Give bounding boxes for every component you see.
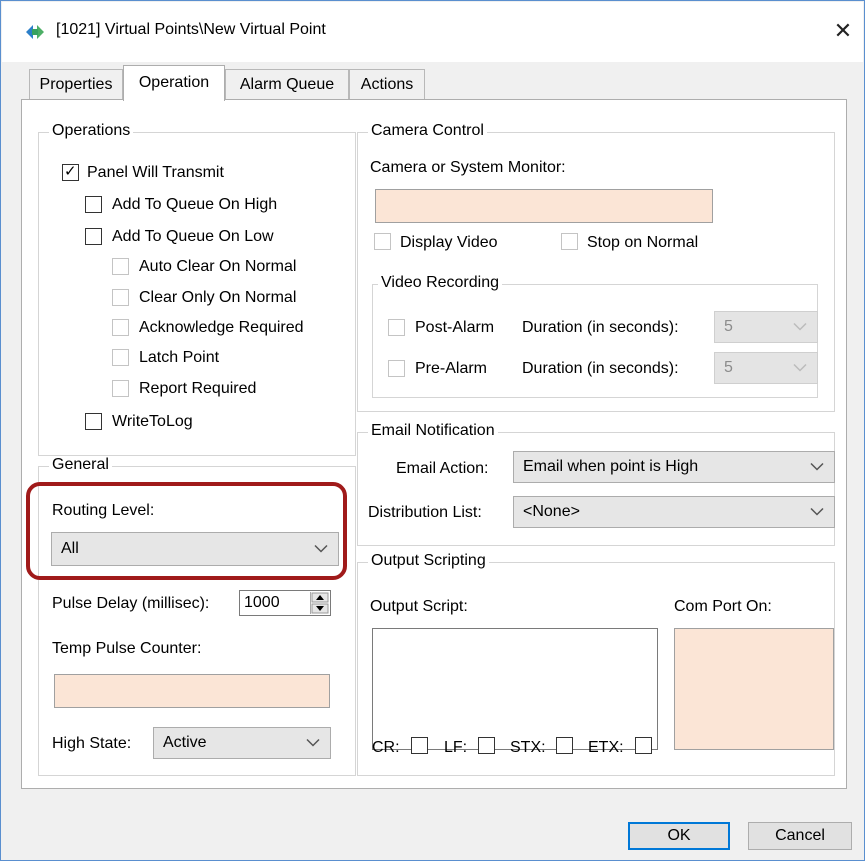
high-state-value: Active: [163, 734, 207, 751]
output-scripting-legend: Output Scripting: [368, 552, 489, 570]
add-queue-low-label[interactable]: Add To Queue On Low: [112, 227, 274, 247]
pre-duration-select[interactable]: 5: [714, 352, 818, 384]
tab-properties[interactable]: Properties: [29, 69, 123, 99]
write-to-log-label[interactable]: WriteToLog: [112, 412, 193, 432]
report-required-label[interactable]: Report Required: [139, 379, 256, 399]
operations-legend: Operations: [49, 122, 134, 140]
email-action-label: Email Action:: [396, 460, 489, 477]
email-action-select[interactable]: Email when point is High: [513, 451, 835, 483]
chevron-down-icon: [810, 507, 824, 516]
lf-label: LF:: [444, 739, 468, 756]
chevron-down-icon: [793, 363, 807, 372]
latch-point-checkbox[interactable]: [112, 349, 129, 366]
auto-clear-checkbox[interactable]: [112, 258, 129, 275]
panel-will-transmit-checkbox[interactable]: ✓: [62, 163, 79, 181]
latch-point-label[interactable]: Latch Point: [139, 348, 219, 368]
post-duration-value: 5: [724, 318, 733, 335]
email-notification-legend: Email Notification: [368, 422, 498, 440]
camera-control-legend: Camera Control: [368, 122, 487, 140]
post-alarm-checkbox[interactable]: [388, 319, 405, 336]
ok-button[interactable]: OK: [628, 822, 730, 850]
etx-label: ETX:: [588, 739, 624, 756]
add-queue-low-checkbox[interactable]: [85, 228, 102, 245]
stop-on-normal-label[interactable]: Stop on Normal: [587, 233, 698, 253]
tab-actions[interactable]: Actions: [349, 69, 425, 99]
camera-monitor-field[interactable]: [375, 189, 713, 223]
com-port-label: Com Port On:: [674, 598, 772, 615]
panel-will-transmit-label[interactable]: Panel Will Transmit: [87, 163, 224, 183]
tab-operation[interactable]: Operation: [123, 65, 225, 101]
cancel-button[interactable]: Cancel: [748, 822, 852, 850]
video-recording-legend: Video Recording: [378, 274, 503, 292]
stx-checkbox[interactable]: [556, 737, 573, 754]
dialog-window: [1021] Virtual Points\New Virtual Point …: [0, 0, 865, 861]
high-state-label: High State:: [52, 735, 132, 752]
com-port-field[interactable]: [674, 628, 834, 750]
pulse-delay-spinner[interactable]: 1000: [239, 590, 331, 616]
refresh-arrows-icon: [23, 21, 47, 43]
display-video-label[interactable]: Display Video: [400, 233, 498, 253]
distribution-list-select[interactable]: <None>: [513, 496, 835, 528]
spinner-arrows[interactable]: [310, 592, 329, 614]
clear-only-checkbox[interactable]: [112, 289, 129, 306]
post-duration-label: Duration (in seconds):: [522, 319, 679, 336]
cr-label: CR:: [372, 739, 400, 756]
lf-checkbox[interactable]: [478, 737, 495, 754]
clear-only-label[interactable]: Clear Only On Normal: [139, 288, 296, 308]
display-video-checkbox[interactable]: [374, 233, 391, 250]
post-alarm-label[interactable]: Post-Alarm: [415, 318, 494, 338]
pre-alarm-checkbox[interactable]: [388, 360, 405, 377]
chevron-down-icon: [810, 462, 824, 471]
distribution-list-label: Distribution List:: [368, 504, 482, 521]
chevron-down-icon: [306, 738, 320, 747]
stop-on-normal-checkbox[interactable]: [561, 233, 578, 250]
pulse-delay-value: 1000: [244, 594, 280, 611]
general-legend: General: [49, 456, 112, 474]
spinner-up-down-icon: [311, 592, 329, 614]
tab-alarm-queue[interactable]: Alarm Queue: [225, 69, 349, 99]
high-state-select[interactable]: Active: [153, 727, 331, 759]
pre-alarm-label[interactable]: Pre-Alarm: [415, 359, 487, 379]
stx-label: STX:: [510, 739, 546, 756]
email-action-value: Email when point is High: [523, 458, 699, 475]
add-queue-high-label[interactable]: Add To Queue On High: [112, 195, 277, 215]
operation-tab-pane: Operations ✓ Panel Will Transmit Add To …: [21, 99, 847, 789]
output-script-label: Output Script:: [370, 598, 468, 615]
post-duration-select[interactable]: 5: [714, 311, 818, 343]
auto-clear-label[interactable]: Auto Clear On Normal: [139, 257, 296, 277]
email-notification-group: [357, 432, 835, 546]
cr-checkbox[interactable]: [411, 737, 428, 754]
pre-duration-label: Duration (in seconds):: [522, 360, 679, 377]
output-script-textarea[interactable]: [372, 628, 658, 750]
report-required-checkbox[interactable]: [112, 380, 129, 397]
window-title: [1021] Virtual Points\New Virtual Point: [56, 21, 326, 38]
add-queue-high-checkbox[interactable]: [85, 196, 102, 213]
ack-required-label[interactable]: Acknowledge Required: [139, 318, 304, 338]
pulse-delay-label: Pulse Delay (millisec):: [52, 595, 210, 612]
temp-pulse-label: Temp Pulse Counter:: [52, 640, 202, 657]
chevron-down-icon: [793, 322, 807, 331]
ack-required-checkbox[interactable]: [112, 319, 129, 336]
temp-pulse-field[interactable]: [54, 674, 330, 708]
routing-level-highlight: [26, 482, 347, 580]
distribution-list-value: <None>: [523, 503, 580, 520]
write-to-log-checkbox[interactable]: [85, 413, 102, 430]
pre-duration-value: 5: [724, 359, 733, 376]
etx-checkbox[interactable]: [635, 737, 652, 754]
camera-monitor-label: Camera or System Monitor:: [370, 159, 566, 176]
close-icon[interactable]: ✕: [829, 17, 857, 45]
